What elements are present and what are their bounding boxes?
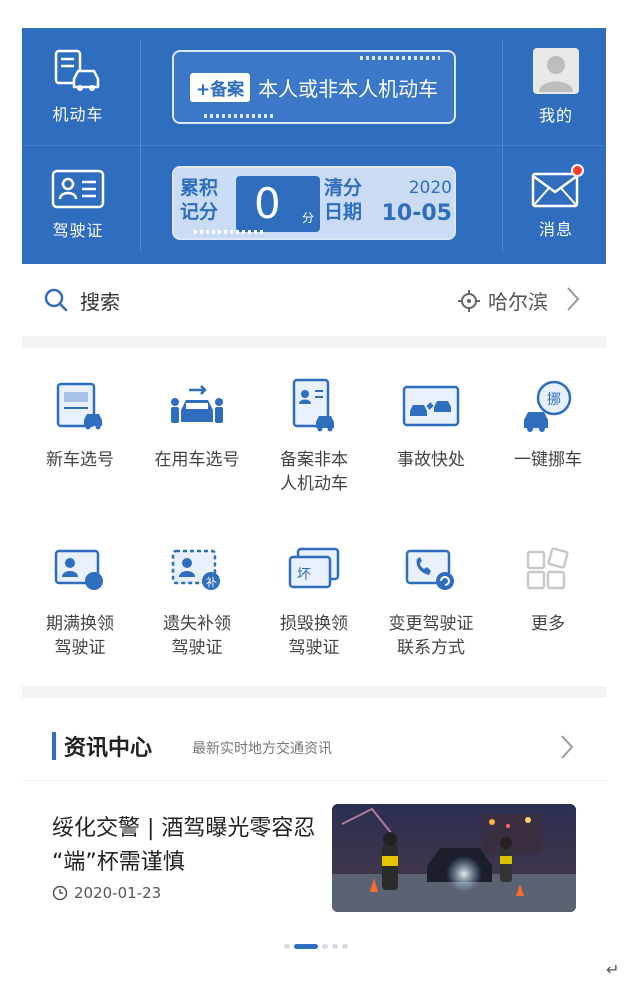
license-label: 驾驶证 (52, 221, 104, 240)
paragraph-return-icon: ↵ (606, 960, 620, 979)
search-icon (44, 288, 68, 316)
news-title: 资讯中心 (64, 736, 153, 761)
divider (140, 40, 141, 252)
service-label: 在用车选号 (154, 450, 240, 470)
pager-dot[interactable] (284, 944, 290, 949)
card-decoration (204, 114, 274, 118)
svg-text:坏: 坏 (297, 567, 311, 583)
move-car-icon: 挪 (518, 376, 578, 436)
service-more[interactable]: 更多 (490, 540, 606, 636)
license-contact-icon (401, 540, 461, 600)
license-renew-icon (50, 540, 110, 600)
header-panel: 机动车 驾驶证 +备案 本人或非本人机动车 累积 记分 0 分 清分 日期 20… (22, 28, 606, 264)
service-license-replace[interactable]: 补 遗失补领 驾驶证 (139, 540, 255, 660)
search-bar[interactable]: 搜索 哈尔滨 (22, 264, 606, 336)
card-decoration (360, 56, 440, 60)
pager-dot[interactable] (322, 944, 328, 949)
search-label: 搜索 (80, 290, 120, 314)
service-label: 更多 (531, 614, 565, 634)
article-thumbnail[interactable] (332, 804, 576, 912)
service-in-use-car-plate[interactable]: 在用车选号 (139, 376, 255, 472)
profile-entry[interactable]: 我的 (508, 28, 604, 146)
messages-entry[interactable]: 消息 (508, 146, 604, 264)
city-selector[interactable]: 哈尔滨 (488, 286, 548, 315)
license-damaged-icon: 坏 (284, 540, 344, 600)
register-vehicle-card[interactable]: +备案 本人或非本人机动车 (172, 50, 456, 124)
service-license-renew[interactable]: 期满换领 驾驶证 (22, 540, 138, 660)
title-accent (52, 732, 56, 760)
clear-date-label: 清分 日期 (324, 177, 363, 223)
points-unit: 分 (301, 211, 314, 225)
service-move-car[interactable]: 挪 一键挪车 (490, 376, 606, 472)
vehicle-entry[interactable]: 机动车 (30, 28, 126, 146)
news-header[interactable]: 资讯中心 最新实时地方交通资讯 (22, 710, 606, 778)
in-use-car-plate-icon (167, 376, 227, 436)
service-label: 期满换领 驾驶证 (46, 614, 114, 658)
points-box: 0 分 (236, 176, 320, 232)
score-card[interactable]: 累积 记分 0 分 清分 日期 2020 10-05 (172, 166, 456, 240)
vehicle-doc-icon (52, 49, 104, 93)
service-label: 备案非本 人机动车 (280, 450, 348, 494)
register-tag: +备案 (189, 72, 251, 102)
service-label: 新车选号 (46, 450, 114, 470)
accident-icon (401, 376, 461, 436)
service-label: 事故快处 (397, 450, 465, 470)
clear-date-value: 2020 10-05 (381, 178, 452, 226)
service-label: 损毁换领 驾驶证 (280, 614, 348, 658)
service-label: 遗失补领 驾驶证 (163, 614, 231, 658)
chevron-right-icon (560, 734, 574, 764)
unread-badge (571, 164, 584, 177)
service-new-car-plate[interactable]: 新车选号 (22, 376, 138, 472)
register-text: 本人或非本人机动车 (258, 76, 439, 101)
service-accident[interactable]: 事故快处 (373, 376, 489, 472)
service-label: 变更驾驶证 联系方式 (388, 614, 474, 658)
service-register-vehicle[interactable]: 备案非本 人机动车 (256, 376, 372, 496)
register-vehicle-icon (284, 376, 344, 436)
pager-dot[interactable] (332, 944, 338, 949)
messages-label: 消息 (538, 220, 573, 239)
section-divider (22, 336, 606, 348)
pager-dot-active[interactable] (294, 944, 318, 949)
mail-icon (531, 164, 584, 208)
svg-text:挪: 挪 (547, 392, 561, 408)
accumulated-points-label: 累积 记分 (180, 177, 219, 223)
article-title[interactable]: 绥化交警 | 酒驾曝光零容忍 “端”杯需谨慎 (52, 812, 326, 880)
chevron-right-icon (566, 286, 580, 316)
license-replace-icon: 补 (167, 540, 227, 600)
clock-icon (52, 885, 68, 901)
points-value: 0 (254, 179, 281, 228)
card-decoration (194, 230, 264, 234)
avatar (533, 48, 579, 94)
service-license-damaged[interactable]: 坏 损毁换领 驾驶证 (256, 540, 372, 660)
vehicle-label: 机动车 (52, 105, 104, 124)
license-card-icon (51, 169, 105, 209)
service-label: 一键挪车 (514, 450, 582, 470)
license-entry[interactable]: 驾驶证 (30, 146, 126, 264)
location-icon (458, 290, 480, 316)
news-subtitle: 最新实时地方交通资讯 (192, 741, 332, 757)
profile-label: 我的 (538, 106, 573, 125)
article-date: 2020-01-23 (74, 884, 162, 902)
more-icon (518, 540, 578, 600)
divider (502, 40, 503, 252)
service-license-contact[interactable]: 变更驾驶证 联系方式 (373, 540, 489, 660)
section-divider (22, 686, 606, 698)
app-screen: 机动车 驾驶证 +备案 本人或非本人机动车 累积 记分 0 分 清分 日期 20… (22, 28, 606, 976)
svg-text:补: 补 (206, 576, 217, 589)
article-date-row: 2020-01-23 (52, 884, 161, 902)
pager-dot[interactable] (342, 944, 348, 949)
new-car-plate-icon (50, 376, 110, 436)
divider (22, 780, 606, 781)
carousel-pager[interactable] (284, 944, 348, 949)
